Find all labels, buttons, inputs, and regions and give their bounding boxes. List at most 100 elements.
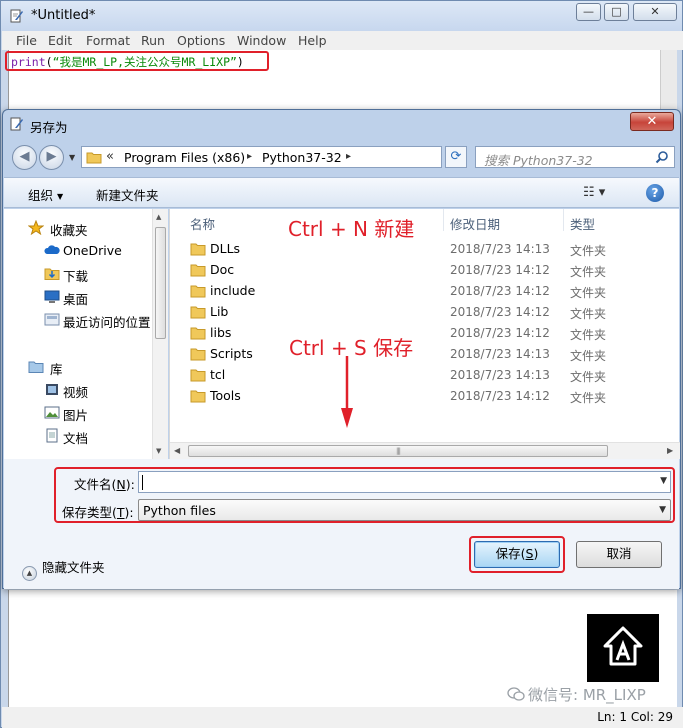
python-feather-icon [10, 9, 23, 23]
menu-format[interactable]: Format [86, 33, 130, 48]
menu-help[interactable]: Help [298, 33, 327, 48]
nav-label: 桌面 [63, 292, 89, 307]
wechat-watermark: 微信号: MR_LIXP [507, 684, 646, 705]
folder-icon [190, 285, 206, 298]
cancel-button[interactable]: 取消 [576, 541, 662, 568]
save-label: 保存( [495, 546, 526, 561]
scrollbar-thumb[interactable] [155, 227, 166, 339]
menu-window[interactable]: Window [237, 33, 286, 48]
account-logo [587, 614, 659, 682]
dialog-close-button[interactable]: ✕ [630, 112, 674, 131]
menu-options[interactable]: Options [177, 33, 225, 48]
address-bar[interactable]: « Program Files (x86) ▸ Python37-32 ▸ ▼ [81, 146, 515, 168]
filename-label-text: 文件名( [74, 477, 117, 492]
idle-close-button[interactable]: ✕ [633, 3, 677, 21]
forward-button[interactable]: ▶ [39, 145, 64, 170]
folder-icon [190, 243, 206, 256]
save-as-dialog: 另存为 ✕ ◀ ▶ ▼ « Program Files (x86) ▸ Pyth… [2, 109, 681, 589]
idle-window-title: *Untitled* [31, 8, 96, 23]
help-button[interactable]: ? [646, 184, 664, 202]
chevron-down-icon: ▼ [57, 192, 64, 201]
column-header-name[interactable]: 名称 [190, 214, 215, 233]
navigation-pane-scrollbar[interactable]: ▲ ▼ [152, 209, 168, 459]
file-date: 2018/7/23 14:12 [450, 305, 550, 319]
picture-icon [44, 406, 60, 419]
minimize-button[interactable]: — [576, 3, 601, 21]
view-options-button[interactable]: ☷ ▾ [583, 185, 605, 200]
file-type: 文件夹 [570, 307, 607, 321]
file-date: 2018/7/23 14:12 [450, 284, 550, 298]
file-name: Tools [210, 388, 241, 403]
text-caret [142, 475, 143, 490]
file-row[interactable]: tcl 2018/7/23 14:13 文件夹 [170, 365, 662, 386]
recent-places-icon [44, 313, 60, 326]
search-icon[interactable] [655, 150, 669, 164]
idle-title-bar: *Untitled* — □ ✕ [1, 1, 682, 31]
file-row[interactable]: DLLs 2018/7/23 14:13 文件夹 [170, 239, 662, 260]
breadcrumb-separator[interactable]: ▸ [247, 151, 252, 162]
filetype-select[interactable]: Python files ▼ [138, 499, 671, 521]
column-divider[interactable] [443, 209, 444, 231]
new-folder-button[interactable]: 新建文件夹 [96, 185, 159, 204]
library-icon [28, 361, 44, 373]
download-folder-icon [44, 268, 60, 280]
scroll-left-icon[interactable]: ◀ [174, 446, 180, 455]
file-row[interactable]: Doc 2018/7/23 14:12 文件夹 [170, 260, 662, 281]
organize-button[interactable]: 组织 ▼ [28, 185, 63, 204]
scrollbar-thumb[interactable]: ||| [188, 445, 608, 457]
file-row[interactable]: Tools 2018/7/23 14:12 文件夹 [170, 386, 662, 407]
filename-label-end: ): [125, 477, 135, 492]
breadcrumb-separator[interactable]: ▸ [346, 151, 351, 162]
scroll-down-icon[interactable]: ▼ [156, 447, 161, 455]
save-button[interactable]: 保存(S) [474, 541, 560, 568]
file-date: 2018/7/23 14:12 [450, 263, 550, 277]
nav-label: 库 [50, 362, 63, 377]
column-header-type[interactable]: 类型 [570, 214, 595, 233]
scroll-up-icon[interactable]: ▲ [156, 213, 161, 221]
column-divider[interactable] [563, 209, 564, 231]
chevron-down-icon[interactable]: ▼ [660, 476, 667, 486]
file-row[interactable]: Scripts 2018/7/23 14:13 文件夹 [170, 344, 662, 365]
dialog-toolbar: 组织 ▼ 新建文件夹 ☷ ▾ ? [4, 177, 679, 208]
file-type: 文件夹 [570, 244, 607, 258]
menu-run[interactable]: Run [141, 33, 165, 48]
search-input[interactable]: 搜索 Python37-32 [475, 146, 675, 168]
file-list: 名称 修改日期 类型 DLLs 2018/7/23 14:13 文件夹 Doc … [169, 209, 680, 459]
column-header-date[interactable]: 修改日期 [450, 214, 500, 233]
refresh-button[interactable]: ⟳ [445, 146, 467, 168]
recent-locations-dropdown-icon[interactable]: ▼ [69, 153, 75, 162]
file-list-horizontal-scrollbar[interactable]: ◀ ||| ▶ [170, 442, 680, 459]
desktop-icon [44, 290, 60, 303]
file-row[interactable]: include 2018/7/23 14:12 文件夹 [170, 281, 662, 302]
file-date: 2018/7/23 14:12 [450, 326, 550, 340]
code-line[interactable]: print(“我是MR_LP,关注公众号MR_LIXP”) [5, 51, 269, 71]
folder-icon [190, 348, 206, 361]
dialog-title: 另存为 [30, 120, 68, 135]
video-icon [46, 384, 58, 395]
file-row[interactable]: Lib 2018/7/23 14:12 文件夹 [170, 302, 662, 323]
annotation-new-shortcut: Ctrl + N 新建 [288, 217, 415, 241]
address-overflow[interactable]: « [106, 149, 114, 164]
folder-icon [190, 369, 206, 382]
folder-icon [190, 306, 206, 319]
breadcrumb-program-files[interactable]: Program Files (x86) [124, 150, 245, 165]
scroll-right-icon[interactable]: ▶ [667, 446, 673, 455]
breadcrumb-python37-32[interactable]: Python37-32 [262, 150, 342, 165]
file-row[interactable]: libs 2018/7/23 14:12 文件夹 [170, 323, 662, 344]
file-name: include [210, 283, 256, 298]
filename-input[interactable]: ▼ [138, 471, 671, 493]
forward-arrow-icon: ▶ [46, 149, 57, 164]
hide-folders-button[interactable]: ▲ 隐藏文件夹 [22, 557, 105, 581]
nav-label: 最近访问的位置 [63, 315, 151, 330]
maximize-button[interactable]: □ [604, 3, 629, 21]
back-button[interactable]: ◀ [12, 145, 37, 170]
file-name: Lib [210, 304, 229, 319]
file-name: libs [210, 325, 232, 340]
annotation-save-shortcut: Ctrl + S 保存 [289, 336, 414, 360]
file-name: tcl [210, 367, 226, 382]
menu-edit[interactable]: Edit [48, 33, 72, 48]
idle-vertical-scrollbar[interactable] [660, 50, 677, 112]
code-paren-open: ( [45, 55, 53, 69]
file-name: Doc [210, 262, 235, 277]
menu-file[interactable]: File [16, 33, 37, 48]
